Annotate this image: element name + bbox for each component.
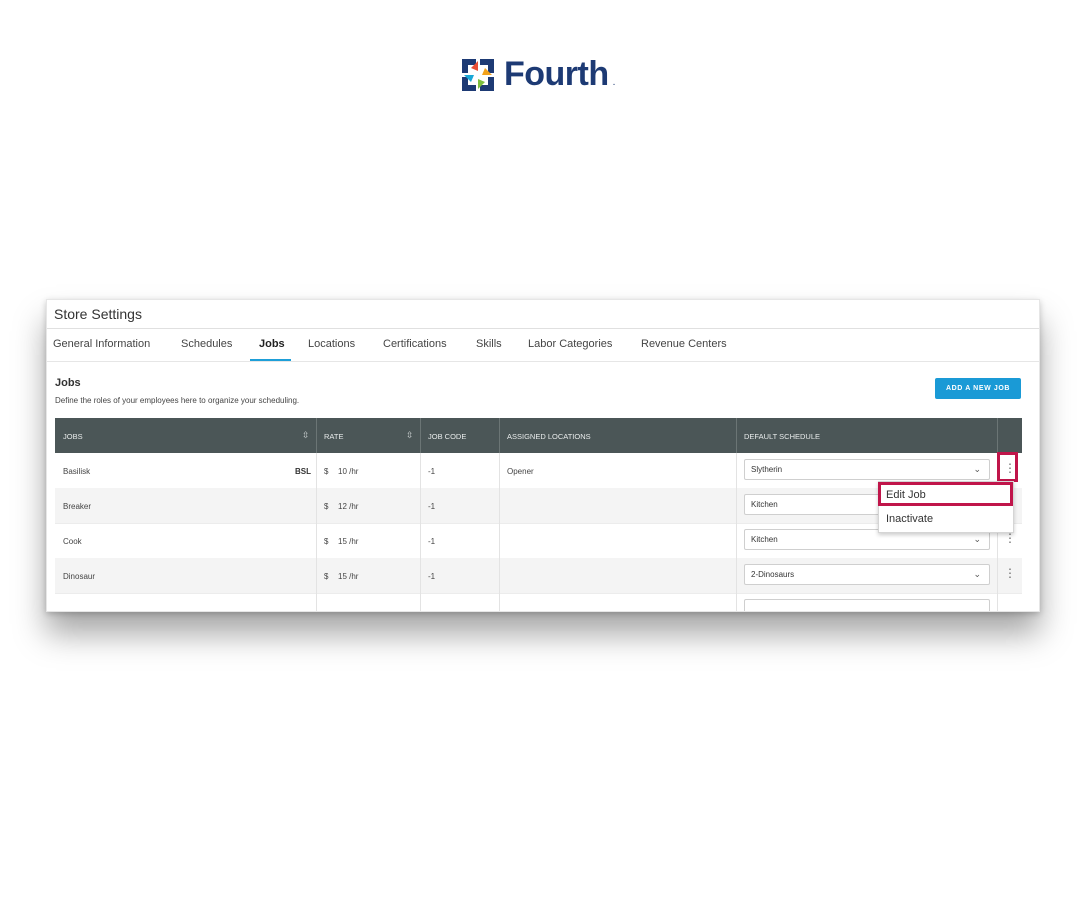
rate-value: 15 /hr <box>338 572 359 581</box>
more-options-icon[interactable]: ⋮ <box>1004 567 1016 579</box>
section-description: Define the roles of your employees here … <box>55 396 300 405</box>
column-divider <box>420 523 421 558</box>
column-divider <box>499 558 500 593</box>
column-divider <box>736 488 737 523</box>
column-divider <box>420 593 421 611</box>
table-header: JOBS ⇳ RATE ⇳ JOB CODE ASSIGNED LOCATION… <box>55 418 1022 453</box>
sort-icon[interactable]: ⇳ <box>406 430 414 441</box>
job-code: -1 <box>428 467 436 476</box>
default-schedule-select[interactable]: Slytherin ⌄ <box>744 459 990 480</box>
column-divider <box>420 418 421 453</box>
column-header-assigned-locations: ASSIGNED LOCATIONS <box>507 432 591 441</box>
tab-general-information[interactable]: General Information <box>53 338 150 350</box>
rate-value: 10 /hr <box>338 467 359 476</box>
table-row: Cook $ 15 /hr -1 Kitchen ⌄ ⋮ <box>55 523 1022 559</box>
column-divider <box>736 418 737 453</box>
assigned-locations: Opener <box>507 467 534 476</box>
job-name: Cook <box>63 537 82 546</box>
tab-locations[interactable]: Locations <box>308 338 355 350</box>
menu-item-inactivate[interactable]: Inactivate <box>886 513 933 525</box>
fourth-logo: Fourth . <box>460 55 615 94</box>
tab-certifications[interactable]: Certifications <box>383 338 447 350</box>
column-divider <box>499 488 500 523</box>
column-divider <box>499 593 500 611</box>
column-header-rate[interactable]: RATE <box>324 432 343 441</box>
job-name: Basilisk <box>63 467 91 476</box>
rate-currency: $ <box>324 537 329 546</box>
column-divider <box>736 453 737 488</box>
table-row <box>55 593 1022 611</box>
column-divider <box>736 523 737 558</box>
tab-schedules[interactable]: Schedules <box>181 338 232 350</box>
tab-bar: General Information Schedules Jobs Locat… <box>47 329 1039 362</box>
default-schedule-value: Slytherin <box>751 465 783 474</box>
column-header-job-code: JOB CODE <box>428 432 467 441</box>
table-row: Breaker $ 12 /hr -1 Kitchen ⌄ ⋮ <box>55 488 1022 524</box>
rate-currency: $ <box>324 467 329 476</box>
default-schedule-select[interactable] <box>744 599 990 611</box>
tab-labor-categories[interactable]: Labor Categories <box>528 338 612 350</box>
column-divider <box>997 418 998 453</box>
brand-name: Fourth <box>504 55 609 93</box>
column-divider <box>316 558 317 593</box>
page-title: Store Settings <box>54 306 142 322</box>
active-tab-indicator <box>250 359 291 361</box>
rate-currency: $ <box>324 572 329 581</box>
rate-value: 12 /hr <box>338 502 359 511</box>
add-new-job-button[interactable]: ADD A NEW JOB <box>935 378 1021 399</box>
tab-jobs[interactable]: Jobs <box>259 338 285 350</box>
column-header-default-schedule: DEFAULT SCHEDULE <box>744 432 820 441</box>
column-divider <box>736 593 737 611</box>
column-divider <box>997 558 998 593</box>
default-schedule-value: Kitchen <box>751 500 778 509</box>
tab-revenue-centers[interactable]: Revenue Centers <box>641 338 727 350</box>
rate-currency: $ <box>324 502 329 511</box>
chevron-down-icon: ⌄ <box>973 569 981 579</box>
column-divider <box>736 558 737 593</box>
job-code: -1 <box>428 537 436 546</box>
column-header-jobs[interactable]: JOBS <box>63 432 83 441</box>
default-schedule-select[interactable]: 2-Dinosaurs ⌄ <box>744 564 990 585</box>
column-divider <box>499 418 500 453</box>
job-code: -1 <box>428 502 436 511</box>
edit-job-highlight <box>878 482 1013 506</box>
rate-value: 15 /hr <box>338 537 359 546</box>
default-schedule-value: 2-Dinosaurs <box>751 570 795 579</box>
tab-skills[interactable]: Skills <box>476 338 502 350</box>
job-name: Breaker <box>63 502 92 511</box>
section-title: Jobs <box>55 377 81 389</box>
fourth-logo-icon <box>462 58 494 91</box>
column-divider <box>316 418 317 453</box>
table-row: Basilisk BSL $ 10 /hr -1 Opener Slytheri… <box>55 453 1022 489</box>
column-divider <box>316 523 317 558</box>
column-divider <box>316 593 317 611</box>
default-schedule-value: Kitchen <box>751 535 778 544</box>
chevron-down-icon: ⌄ <box>973 464 981 474</box>
column-divider <box>997 593 998 611</box>
column-divider <box>316 488 317 523</box>
sort-icon[interactable]: ⇳ <box>302 430 310 441</box>
job-name: Dinosaur <box>63 572 96 581</box>
job-code: -1 <box>428 572 436 581</box>
chevron-down-icon: ⌄ <box>973 534 981 544</box>
job-abbreviation: BSL <box>295 467 311 476</box>
column-divider <box>420 453 421 488</box>
column-divider <box>420 558 421 593</box>
column-divider <box>499 523 500 558</box>
more-options-highlight <box>997 452 1018 482</box>
brand-trademark: . <box>612 77 616 88</box>
table-row: Dinosaur $ 15 /hr -1 2-Dinosaurs ⌄ ⋮ <box>55 558 1022 594</box>
column-divider <box>316 453 317 488</box>
column-divider <box>420 488 421 523</box>
column-divider <box>499 453 500 488</box>
more-options-icon[interactable]: ⋮ <box>1004 532 1016 544</box>
store-settings-panel: Store Settings General Information Sched… <box>46 299 1040 612</box>
